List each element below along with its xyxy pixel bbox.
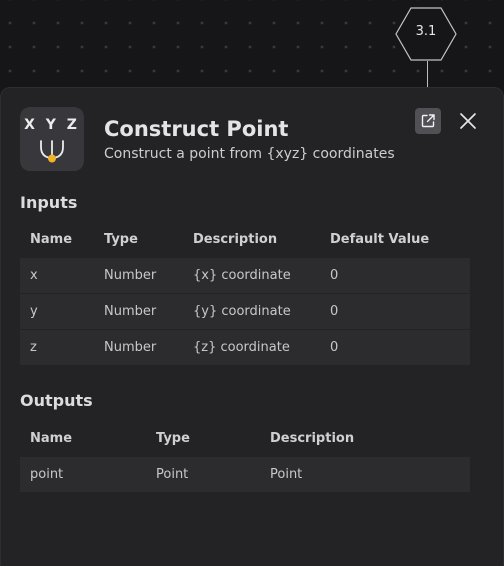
output-description: Point — [270, 467, 303, 482]
input-type: Number — [104, 268, 157, 283]
table-row: point Point Point — [20, 457, 470, 492]
table-row: z Number {z} coordinate 0 — [20, 330, 470, 365]
input-name: z — [30, 340, 37, 355]
column-header-description: Description — [270, 431, 355, 446]
inputs-header-row: Name Type Description Default Value — [20, 222, 470, 257]
node-title: Construct Point — [104, 117, 289, 141]
column-header-type: Type — [104, 232, 138, 247]
input-description: {x} coordinate — [193, 268, 291, 283]
input-type: Number — [104, 340, 157, 355]
input-description: {z} coordinate — [193, 340, 290, 355]
input-type: Number — [104, 304, 157, 319]
input-description: {y} coordinate — [193, 304, 291, 319]
outputs-heading: Outputs — [20, 391, 93, 410]
close-button[interactable] — [458, 111, 478, 131]
node-subtitle: Construct a point from {xyz} coordinates — [104, 146, 395, 162]
version-badge[interactable]: 3.1 — [394, 7, 458, 61]
table-row: y Number {y} coordinate 0 — [20, 294, 470, 329]
version-label: 3.1 — [415, 24, 437, 39]
outputs-table: Name Type Description point Point Point — [20, 421, 470, 492]
input-default-value: 0 — [330, 340, 339, 355]
column-header-description: Description — [193, 232, 278, 247]
inputs-table: Name Type Description Default Value x Nu… — [20, 222, 470, 365]
outputs-header-row: Name Type Description — [20, 421, 470, 456]
column-header-type: Type — [156, 431, 190, 446]
input-name: y — [30, 304, 38, 319]
column-header-default-value: Default Value — [330, 232, 430, 247]
construct-point-node-icon: X Y Z — [20, 107, 84, 171]
column-header-name: Name — [30, 232, 73, 247]
output-name: point — [30, 467, 64, 482]
table-row: x Number {x} coordinate 0 — [20, 258, 470, 293]
external-link-icon — [421, 114, 435, 128]
column-header-name: Name — [30, 431, 73, 446]
inputs-heading: Inputs — [20, 193, 78, 212]
close-icon — [460, 113, 476, 129]
input-default-value: 0 — [330, 304, 339, 319]
input-default-value: 0 — [330, 268, 339, 283]
merge-lines-icon — [40, 140, 64, 163]
open-external-button[interactable] — [415, 108, 441, 134]
input-name: x — [30, 268, 38, 283]
output-type: Point — [156, 467, 189, 482]
